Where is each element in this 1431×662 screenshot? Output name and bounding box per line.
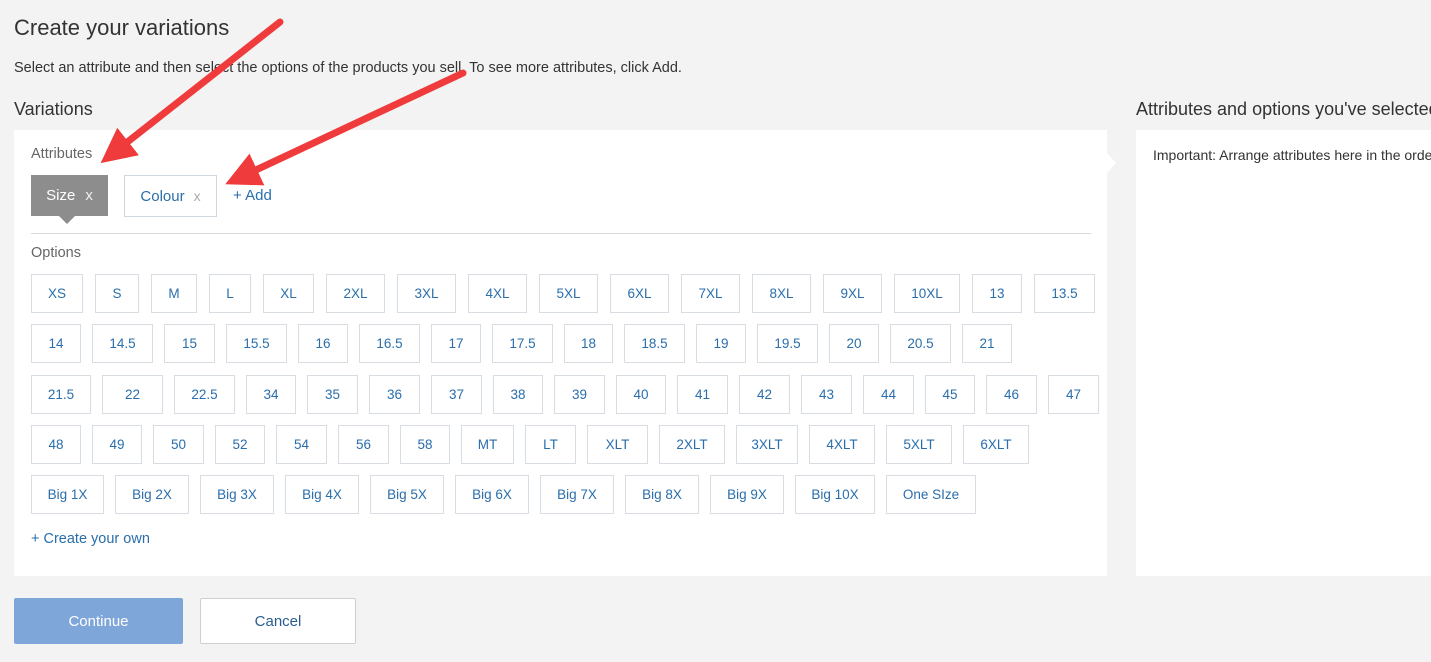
option-big-8x[interactable]: Big 8X [625, 475, 699, 514]
option-5xlt[interactable]: 5XLT [886, 425, 952, 464]
option-16[interactable]: 16 [298, 324, 348, 363]
continue-button[interactable]: Continue [14, 598, 183, 644]
option-13[interactable]: 13 [972, 274, 1022, 313]
options-label: Options [31, 245, 81, 261]
option-lt[interactable]: LT [525, 425, 576, 464]
option-4xlt[interactable]: 4XLT [809, 425, 875, 464]
option-big-7x[interactable]: Big 7X [540, 475, 614, 514]
option-big-10x[interactable]: Big 10X [795, 475, 875, 514]
option-big-4x[interactable]: Big 4X [285, 475, 359, 514]
panel-pointer [1107, 153, 1116, 173]
option-21[interactable]: 21 [962, 324, 1012, 363]
option-15[interactable]: 15 [164, 324, 215, 363]
create-your-own-link[interactable]: + Create your own [31, 531, 150, 547]
attribute-tab-size[interactable]: Size x [31, 175, 108, 224]
option-7xl[interactable]: 7XL [681, 274, 740, 313]
option-45[interactable]: 45 [925, 375, 975, 414]
option-17-5[interactable]: 17.5 [492, 324, 553, 363]
page-subtitle: Select an attribute and then select the … [14, 60, 682, 76]
attribute-tab-label: Size [46, 187, 76, 204]
option-10xl[interactable]: 10XL [894, 274, 960, 313]
option-35[interactable]: 35 [307, 375, 358, 414]
attributes-label: Attributes [31, 146, 93, 162]
option-6xl[interactable]: 6XL [610, 274, 669, 313]
option-big-3x[interactable]: Big 3X [200, 475, 274, 514]
option-22-5[interactable]: 22.5 [174, 375, 235, 414]
variations-panel: Attributes Size x Colour x + Add Options… [14, 130, 1107, 576]
option-19[interactable]: 19 [696, 324, 746, 363]
option-36[interactable]: 36 [369, 375, 420, 414]
option-16-5[interactable]: 16.5 [359, 324, 420, 363]
option-50[interactable]: 50 [153, 425, 204, 464]
option-one-size[interactable]: One SIze [886, 475, 976, 514]
option-xl[interactable]: XL [263, 274, 314, 313]
add-attribute-link[interactable]: + Add [233, 187, 272, 204]
option-big-5x[interactable]: Big 5X [370, 475, 444, 514]
option-3xl[interactable]: 3XL [397, 274, 456, 313]
page-title: Create your variations [14, 15, 230, 40]
option-43[interactable]: 43 [801, 375, 852, 414]
option-big-6x[interactable]: Big 6X [455, 475, 529, 514]
option-38[interactable]: 38 [493, 375, 543, 414]
option-41[interactable]: 41 [677, 375, 728, 414]
option-22[interactable]: 22 [102, 375, 163, 414]
option-48[interactable]: 48 [31, 425, 81, 464]
option-20-5[interactable]: 20.5 [890, 324, 951, 363]
option-20[interactable]: 20 [829, 324, 879, 363]
option-mt[interactable]: MT [461, 425, 514, 464]
option-5xl[interactable]: 5XL [539, 274, 598, 313]
option-39[interactable]: 39 [554, 375, 605, 414]
divider [31, 233, 1091, 234]
option-18-5[interactable]: 18.5 [624, 324, 685, 363]
option-3xlt[interactable]: 3XLT [736, 425, 798, 464]
option-13-5[interactable]: 13.5 [1034, 274, 1095, 313]
option-46[interactable]: 46 [986, 375, 1037, 414]
option-47[interactable]: 47 [1048, 375, 1099, 414]
option-m[interactable]: M [151, 274, 197, 313]
option-2xlt[interactable]: 2XLT [659, 425, 725, 464]
option-4xl[interactable]: 4XL [468, 274, 527, 313]
selected-attributes-panel: Important: Arrange attributes here in th… [1136, 130, 1431, 576]
option-40[interactable]: 40 [616, 375, 666, 414]
option-52[interactable]: 52 [215, 425, 265, 464]
option-8xl[interactable]: 8XL [752, 274, 811, 313]
option-big-2x[interactable]: Big 2X [115, 475, 189, 514]
option-big-1x[interactable]: Big 1X [31, 475, 104, 514]
option-18[interactable]: 18 [564, 324, 613, 363]
option-42[interactable]: 42 [739, 375, 790, 414]
option-15-5[interactable]: 15.5 [226, 324, 287, 363]
option-44[interactable]: 44 [863, 375, 914, 414]
option-14[interactable]: 14 [31, 324, 81, 363]
remove-colour-icon[interactable]: x [194, 188, 201, 204]
option-49[interactable]: 49 [92, 425, 142, 464]
option-17[interactable]: 17 [431, 324, 481, 363]
variations-heading: Variations [14, 99, 93, 119]
option-l[interactable]: L [209, 274, 251, 313]
selected-attributes-heading: Attributes and options you've selected [1136, 99, 1431, 119]
cancel-button[interactable]: Cancel [200, 598, 356, 644]
option-56[interactable]: 56 [338, 425, 389, 464]
option-xs[interactable]: XS [31, 274, 83, 313]
option-58[interactable]: 58 [400, 425, 450, 464]
option-14-5[interactable]: 14.5 [92, 324, 153, 363]
remove-size-icon[interactable]: x [85, 187, 93, 204]
option-2xl[interactable]: 2XL [326, 274, 385, 313]
attribute-tab-label: Colour [140, 187, 185, 205]
option-s[interactable]: S [95, 274, 139, 313]
option-34[interactable]: 34 [246, 375, 296, 414]
option-54[interactable]: 54 [276, 425, 327, 464]
option-19-5[interactable]: 19.5 [757, 324, 818, 363]
option-6xlt[interactable]: 6XLT [963, 425, 1029, 464]
important-note: Important: Arrange attributes here in th… [1153, 147, 1431, 163]
option-xlt[interactable]: XLT [587, 425, 648, 464]
option-21-5[interactable]: 21.5 [31, 375, 91, 414]
attribute-tab-colour[interactable]: Colour x [124, 175, 217, 217]
option-big-9x[interactable]: Big 9X [710, 475, 784, 514]
option-37[interactable]: 37 [431, 375, 482, 414]
option-9xl[interactable]: 9XL [823, 274, 882, 313]
